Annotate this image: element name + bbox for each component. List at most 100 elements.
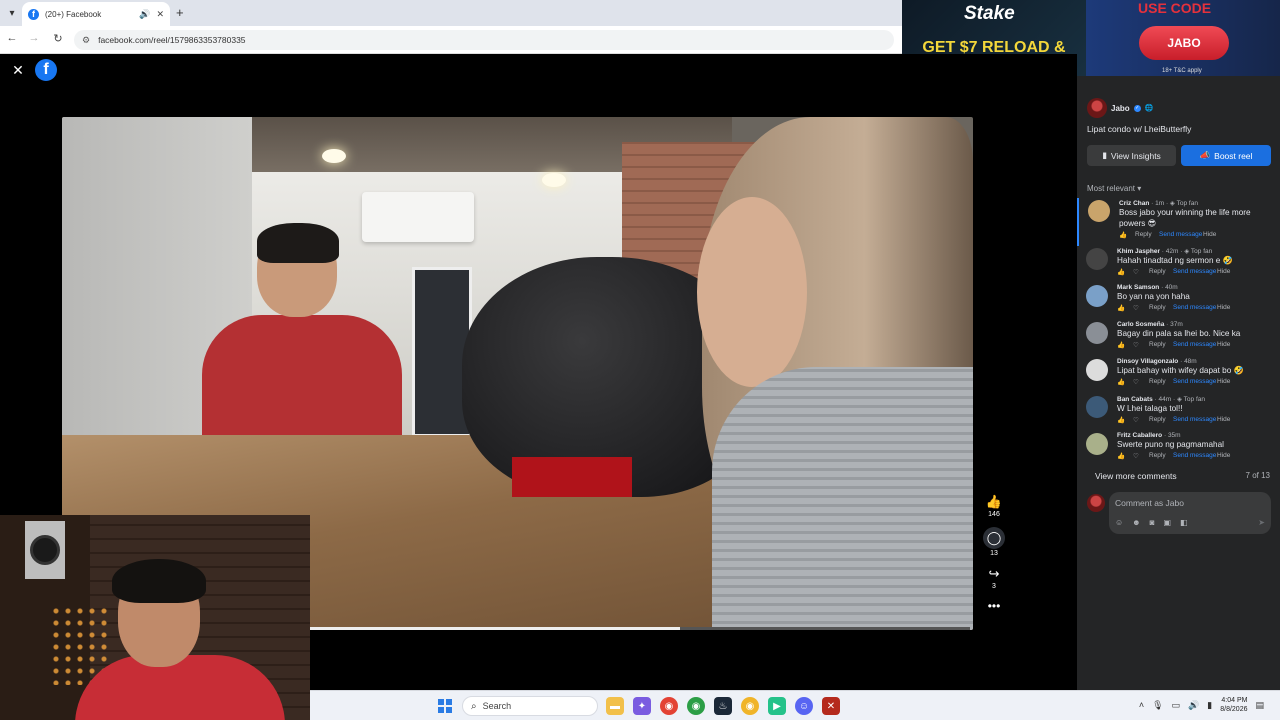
comment-reply-button[interactable]: Reply — [1149, 416, 1173, 424]
taskbar-search[interactable]: ⌕ Search — [462, 696, 598, 716]
speaker-tray-icon[interactable]: 🔊 — [1188, 700, 1199, 711]
commenter-avatar[interactable] — [1086, 396, 1108, 418]
reel-author[interactable]: Jabo ✓ 🌐 — [1087, 98, 1153, 118]
microphone-icon[interactable]: 🎙 — [1152, 700, 1163, 711]
commenter-name[interactable]: Fritz Caballero — [1117, 432, 1162, 439]
send-message-link[interactable]: Send message — [1173, 341, 1217, 349]
camera-icon[interactable]: ◙ — [1150, 518, 1155, 527]
send-message-link[interactable]: Send message — [1159, 231, 1203, 239]
comment-like-icon[interactable]: 👍 — [1117, 268, 1133, 276]
dota-icon[interactable]: ✕ — [822, 697, 840, 715]
video-progress-bar[interactable] — [310, 627, 970, 630]
back-arrow-icon[interactable]: ← — [4, 32, 20, 44]
comment-hide-button[interactable]: Hide — [1217, 268, 1237, 276]
notification-icon[interactable]: ▤ — [1255, 700, 1264, 711]
commenter-name[interactable]: Mark Samson — [1117, 284, 1159, 291]
facebook-logo-icon[interactable]: f — [35, 59, 57, 81]
comment-button[interactable]: ◯ 13 — [980, 527, 1008, 558]
comment-dislike-icon[interactable]: ♡ — [1133, 341, 1149, 349]
forward-arrow-icon[interactable]: → — [26, 32, 42, 44]
emoji-icon[interactable]: ☻ — [1132, 518, 1140, 527]
file-explorer-icon[interactable]: ▬ — [606, 697, 624, 715]
comment-hide-button[interactable]: Hide — [1217, 341, 1237, 349]
comment-like-icon[interactable]: 👍 — [1119, 231, 1135, 239]
author-avatar[interactable] — [1087, 98, 1107, 118]
reload-icon[interactable]: ↻ — [50, 32, 66, 45]
comment-like-icon[interactable]: 👍 — [1117, 341, 1133, 349]
speaker-icon[interactable]: 🔊 — [139, 9, 150, 20]
steam-icon[interactable]: ♨ — [714, 697, 732, 715]
tab-close-icon[interactable]: ✕ — [156, 9, 164, 20]
commenter-name[interactable]: Criz Chan — [1119, 200, 1149, 207]
commenter-avatar[interactable] — [1086, 248, 1108, 270]
battery-icon[interactable]: ▮ — [1207, 700, 1212, 711]
chrome-alt-icon[interactable]: ◉ — [741, 697, 759, 715]
chrome-icon[interactable]: ◉ — [660, 697, 678, 715]
avatar-sticker-icon[interactable]: ☺ — [1115, 518, 1123, 527]
comment-hide-button[interactable]: Hide — [1217, 304, 1237, 312]
comment-dislike-icon[interactable]: ♡ — [1133, 416, 1149, 424]
send-message-link[interactable]: Send message — [1173, 416, 1217, 424]
author-name[interactable]: Jabo — [1111, 104, 1130, 113]
commenter-name[interactable]: Khim Jaspher — [1117, 248, 1160, 255]
reel-caption: Lipat condo w/ LheiButterfly — [1087, 124, 1192, 134]
comment-like-icon[interactable]: 👍 — [1117, 452, 1133, 460]
app-green-icon[interactable]: ▶ — [768, 697, 786, 715]
send-message-link[interactable]: Send message — [1173, 304, 1217, 312]
send-message-link[interactable]: Send message — [1173, 268, 1217, 276]
send-icon[interactable]: ➤ — [1258, 518, 1265, 527]
comment-like-icon[interactable]: 👍 — [1117, 416, 1133, 424]
browser-tab[interactable]: f (20+) Facebook 🔊 ✕ — [22, 2, 170, 26]
comment-dislike-icon[interactable]: ♡ — [1133, 268, 1149, 276]
comment-reply-button[interactable]: Reply — [1149, 341, 1173, 349]
view-insights-button[interactable]: ▮ View Insights — [1087, 145, 1176, 166]
commenter-name[interactable]: Carlo Sosmeña — [1117, 321, 1164, 328]
comment-hide-button[interactable]: Hide — [1217, 452, 1237, 460]
view-more-comments-link[interactable]: View more comments — [1095, 471, 1177, 481]
comment-dislike-icon[interactable]: ♡ — [1133, 378, 1149, 386]
commenter-name[interactable]: Ban Cabats — [1117, 396, 1153, 403]
close-icon[interactable]: ✕ — [8, 60, 28, 80]
windows-start-icon[interactable] — [438, 699, 452, 713]
comment-reply-button[interactable]: Reply — [1149, 378, 1173, 386]
clock[interactable]: 4:04 PM 8/8/2026 — [1220, 696, 1247, 714]
comment-sort-dropdown[interactable]: Most relevant ▾ — [1087, 184, 1141, 193]
chrome-profile-icon[interactable]: ◉ — [687, 697, 705, 715]
boost-reel-button[interactable]: 📣 Boost reel — [1181, 145, 1271, 166]
comment-hide-button[interactable]: Hide — [1203, 231, 1223, 239]
comment-like-icon[interactable]: 👍 — [1117, 304, 1133, 312]
commenter-avatar[interactable] — [1088, 200, 1110, 222]
url-field[interactable]: ⚙ facebook.com/reel/1579863353780335 — [74, 30, 894, 50]
comment-hide-button[interactable]: Hide — [1217, 416, 1237, 424]
comment-dislike-icon[interactable]: ♡ — [1133, 304, 1149, 312]
comment-dislike-icon[interactable]: ♡ — [1133, 452, 1149, 460]
send-message-link[interactable]: Send message — [1173, 378, 1217, 386]
sticker-icon[interactable]: ◧ — [1180, 518, 1188, 527]
monitor-icon[interactable]: ▭ — [1172, 700, 1181, 711]
discord-icon[interactable]: ☺ — [795, 697, 813, 715]
commenter-avatar[interactable] — [1086, 285, 1108, 307]
share-button[interactable]: ↪ 3 — [980, 566, 1008, 591]
comment-reply-button[interactable]: Reply — [1149, 304, 1173, 312]
comment-input[interactable]: Comment as Jabo — [1115, 498, 1184, 508]
commenter-avatar[interactable] — [1086, 359, 1108, 381]
copilot-icon[interactable]: ✦ — [633, 697, 651, 715]
gif-icon[interactable]: ▣ — [1163, 518, 1171, 527]
comment-like-icon[interactable]: 👍 — [1117, 378, 1133, 386]
commenter-name[interactable]: Dinsoy Villagonzalo — [1117, 358, 1178, 365]
new-tab-plus-icon[interactable]: + — [176, 5, 184, 20]
comment-hide-button[interactable]: Hide — [1217, 378, 1237, 386]
ad-code-button[interactable]: JABO — [1139, 26, 1229, 60]
comment-reply-button[interactable]: Reply — [1149, 452, 1173, 460]
more-options-icon[interactable]: ••• — [980, 599, 1008, 613]
commenter-avatar[interactable] — [1086, 433, 1108, 455]
commenter-avatar[interactable] — [1086, 322, 1108, 344]
site-info-icon[interactable]: ⚙ — [82, 35, 90, 46]
tray-overflow-chevron-icon[interactable]: ˄ — [1139, 700, 1144, 710]
comment-reply-button[interactable]: Reply — [1135, 231, 1159, 239]
tab-search-chevron-icon[interactable]: ▾ — [4, 5, 20, 21]
comment-composer[interactable]: Comment as Jabo ☺ ☻ ◙ ▣ ◧ ➤ — [1109, 492, 1271, 534]
send-message-link[interactable]: Send message — [1173, 452, 1217, 460]
comment-reply-button[interactable]: Reply — [1149, 268, 1173, 276]
like-button[interactable]: 👍 146 — [980, 494, 1008, 519]
